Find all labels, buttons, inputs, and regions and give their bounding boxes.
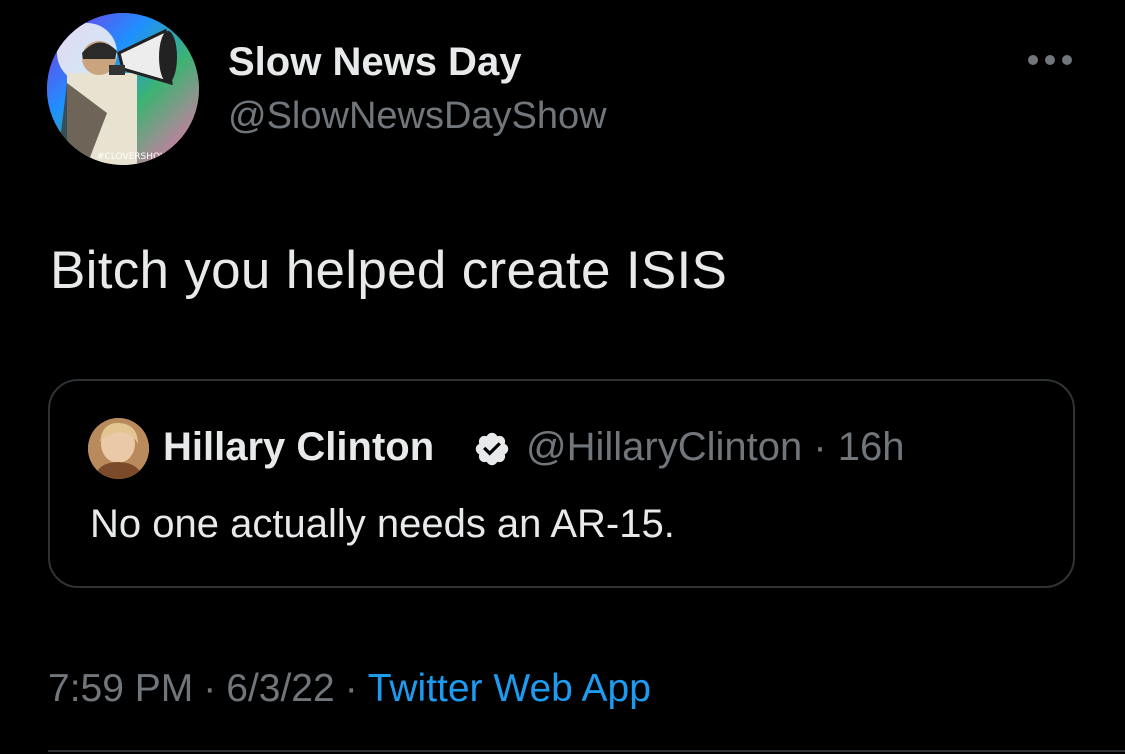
verified-badge-icon xyxy=(475,432,509,466)
quoted-author-display-name[interactable]: Hillary Clinton xyxy=(163,425,434,470)
meta-separator: · xyxy=(203,667,217,710)
more-horizontal-icon[interactable] xyxy=(1026,50,1074,70)
meta-separator: · xyxy=(344,667,358,710)
tweet-date[interactable]: 6/3/22 xyxy=(226,667,334,710)
quoted-author-avatar xyxy=(88,418,149,479)
tweet-meta: 7:59 PM · 6/3/22 · Twitter Web App xyxy=(48,667,651,711)
divider xyxy=(48,750,1125,752)
tweet-text: Bitch you helped create ISIS xyxy=(50,241,728,300)
quoted-tweet-text: No one actually needs an AR-15. xyxy=(90,502,675,546)
author-avatar[interactable]: #CLOVERSHOW xyxy=(47,13,199,165)
tweet-source-link[interactable]: Twitter Web App xyxy=(368,667,651,710)
quoted-tweet-card[interactable]: Hillary Clinton @HillaryClinton · 16h No… xyxy=(48,379,1075,588)
author-display-name[interactable]: Slow News Day xyxy=(228,40,521,85)
author-handle[interactable]: @SlowNewsDayShow xyxy=(228,95,607,138)
quoted-author-handle-time[interactable]: @HillaryClinton · 16h xyxy=(526,425,905,470)
svg-text:#CLOVERSHOW: #CLOVERSHOW xyxy=(97,152,169,162)
tweet-time[interactable]: 7:59 PM xyxy=(48,667,193,710)
